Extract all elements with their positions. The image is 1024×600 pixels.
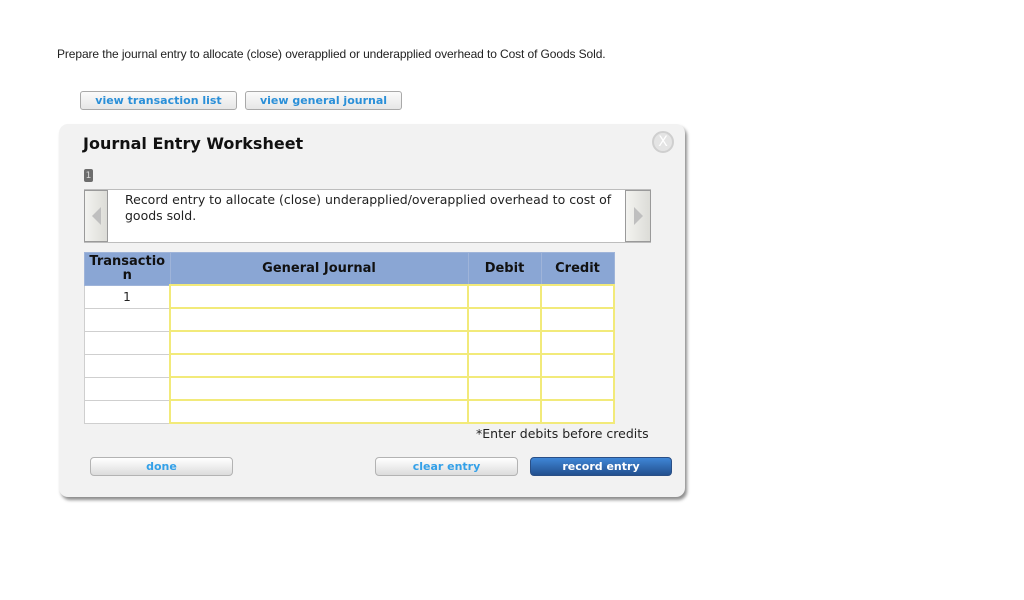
header-general-journal: General Journal xyxy=(169,252,469,286)
header-credit: Credit xyxy=(540,252,615,286)
credit-input[interactable] xyxy=(540,399,615,424)
record-entry-button[interactable]: record entry xyxy=(530,457,672,476)
transaction-cell xyxy=(84,353,171,378)
worksheet-title: Journal Entry Worksheet xyxy=(83,134,304,153)
debit-input[interactable] xyxy=(467,330,542,355)
previous-entry-button[interactable] xyxy=(84,190,108,242)
debit-input[interactable] xyxy=(467,399,542,424)
transaction-cell xyxy=(84,376,171,401)
table-row xyxy=(84,376,615,401)
header-transaction-label: Transaction xyxy=(89,253,166,283)
page-number-badge[interactable]: 1 xyxy=(84,169,93,182)
table-row xyxy=(84,307,615,332)
table-row xyxy=(84,353,615,378)
debit-input[interactable] xyxy=(467,284,542,309)
general-journal-input[interactable] xyxy=(169,353,469,378)
instruction-text: Prepare the journal entry to allocate (c… xyxy=(57,47,606,61)
transaction-cell: 1 xyxy=(84,284,171,309)
general-journal-input[interactable] xyxy=(169,284,469,309)
header-transaction: Transaction xyxy=(84,252,171,286)
credit-input[interactable] xyxy=(540,330,615,355)
table-row xyxy=(84,399,615,424)
journal-entry-worksheet-panel: Journal Entry Worksheet X 1 Record entry… xyxy=(59,124,685,497)
view-transaction-list-button[interactable]: view transaction list xyxy=(80,91,237,110)
entry-description-box: Record entry to allocate (close) underap… xyxy=(84,189,651,243)
credit-input[interactable] xyxy=(540,284,615,309)
credit-input[interactable] xyxy=(540,353,615,378)
general-journal-input[interactable] xyxy=(169,399,469,424)
entry-description: Record entry to allocate (close) underap… xyxy=(125,192,612,223)
debit-input[interactable] xyxy=(467,376,542,401)
close-icon[interactable]: X xyxy=(652,131,674,153)
chevron-right-icon xyxy=(633,207,643,225)
debit-input[interactable] xyxy=(467,307,542,332)
debits-before-credits-note: *Enter debits before credits xyxy=(476,426,649,441)
debit-input[interactable] xyxy=(467,353,542,378)
credit-input[interactable] xyxy=(540,376,615,401)
general-journal-input[interactable] xyxy=(169,376,469,401)
header-debit: Debit xyxy=(467,252,542,286)
general-journal-input[interactable] xyxy=(169,330,469,355)
next-entry-button[interactable] xyxy=(625,190,651,242)
chevron-left-icon xyxy=(91,207,101,225)
transaction-cell xyxy=(84,307,171,332)
credit-input[interactable] xyxy=(540,307,615,332)
general-journal-input[interactable] xyxy=(169,307,469,332)
transaction-cell xyxy=(84,399,171,424)
clear-entry-button[interactable]: clear entry xyxy=(375,457,518,476)
table-row: 1 xyxy=(84,284,615,309)
journal-table: Transaction General Journal Debit Credit… xyxy=(84,252,615,424)
view-general-journal-button[interactable]: view general journal xyxy=(245,91,402,110)
transaction-cell xyxy=(84,330,171,355)
table-row xyxy=(84,330,615,355)
done-button[interactable]: done xyxy=(90,457,233,476)
